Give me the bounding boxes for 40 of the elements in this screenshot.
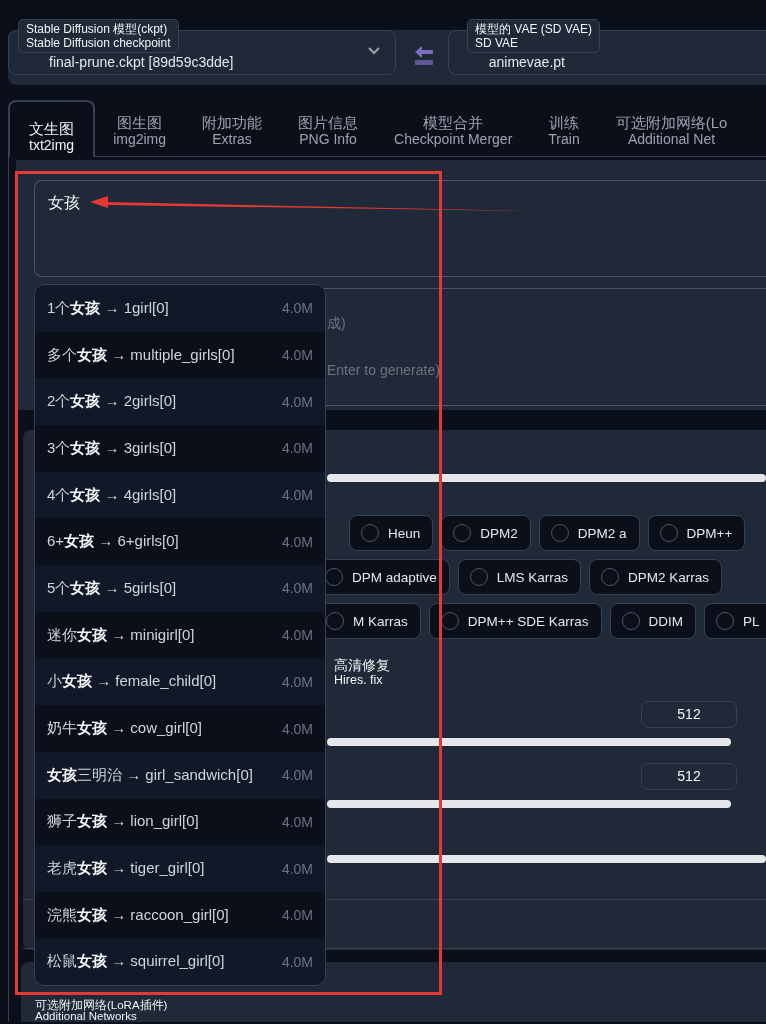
sampler-option[interactable]: DPM++ [647,515,746,551]
tab[interactable]: 图生图 img2img [95,100,185,156]
sampler-option[interactable]: PL [704,603,766,639]
suggestion-item[interactable]: 小女孩 → female_child[0] 4.0M [35,658,325,706]
slider-track[interactable] [327,800,731,808]
suggestion-item[interactable]: 狮子女孩 → lion_girl[0] 4.0M [35,798,325,846]
suggestion-item[interactable]: 老虎女孩 → tiger_girl[0] 4.0M [35,845,325,892]
suggestion-item[interactable]: 多个女孩 → multiple_girls[0] 4.0M [35,331,325,379]
sampler-option[interactable]: DPM2 a [538,515,640,551]
suggestion-item[interactable]: 4个女孩 → 4girls[0] 4.0M [35,471,325,519]
field-label: 模型的 VAE (SD VAE) SD VAE [467,19,600,53]
tab[interactable]: 文生图 txt2img [8,100,96,157]
sampler-option[interactable]: DPM2 [441,515,531,551]
tab[interactable]: 可选附加网络(Lo Additional Net [597,100,746,156]
suggestion-item[interactable]: 浣熊女孩 → raccoon_girl[0] 4.0M [35,891,325,939]
tab[interactable]: 训练 Train [530,100,598,156]
slider-track[interactable] [327,474,766,482]
chevron-down-icon [366,45,381,56]
number-field[interactable]: 512 [641,701,737,728]
suggestion-item[interactable]: 3个女孩 → 3girls[0] 4.0M [35,425,325,472]
suggestion-item[interactable]: 女孩三明治 → girl_sandwich[0] 4.0M [35,751,325,799]
suggestion-item[interactable]: 迷你女孩 → minigirl[0] 4.0M [35,611,325,659]
slider-track[interactable] [327,738,731,746]
sampler-option[interactable]: Heun [349,515,434,551]
tab[interactable]: 模型合并 Checkpoint Merger [376,100,531,156]
suggestion-item[interactable]: 奶牛女孩 → cow_girl[0] 4.0M [35,705,325,752]
number-field[interactable]: 512 [641,763,737,790]
suggestion-item[interactable]: 6+女孩 → 6+girls[0] 4.0M [35,518,325,566]
field-label: Stable Diffusion 模型(ckpt) Stable Diffusion checkpoint [18,19,179,53]
prompt-field[interactable]: 女孩 [34,180,766,277]
tab[interactable]: 图片信息 PNG Info [280,100,377,156]
tab[interactable]: 附加功能 Extras [184,100,281,156]
slider-track[interactable] [327,855,766,863]
sampler-option[interactable]: DDIM [609,603,697,639]
back-arrow-icon[interactable] [412,44,435,66]
sampler-option[interactable]: DPM2 Karras [589,559,723,595]
sampler-option[interactable]: DPM++ SDE Karras [428,603,602,639]
checkbox-label: 高清修复 Hires. fix [334,659,391,687]
suggestion-item[interactable]: 1个女孩 → 1girl[0] 4.0M [35,285,325,332]
sampler-option[interactable]: LMS Karras [457,559,582,595]
